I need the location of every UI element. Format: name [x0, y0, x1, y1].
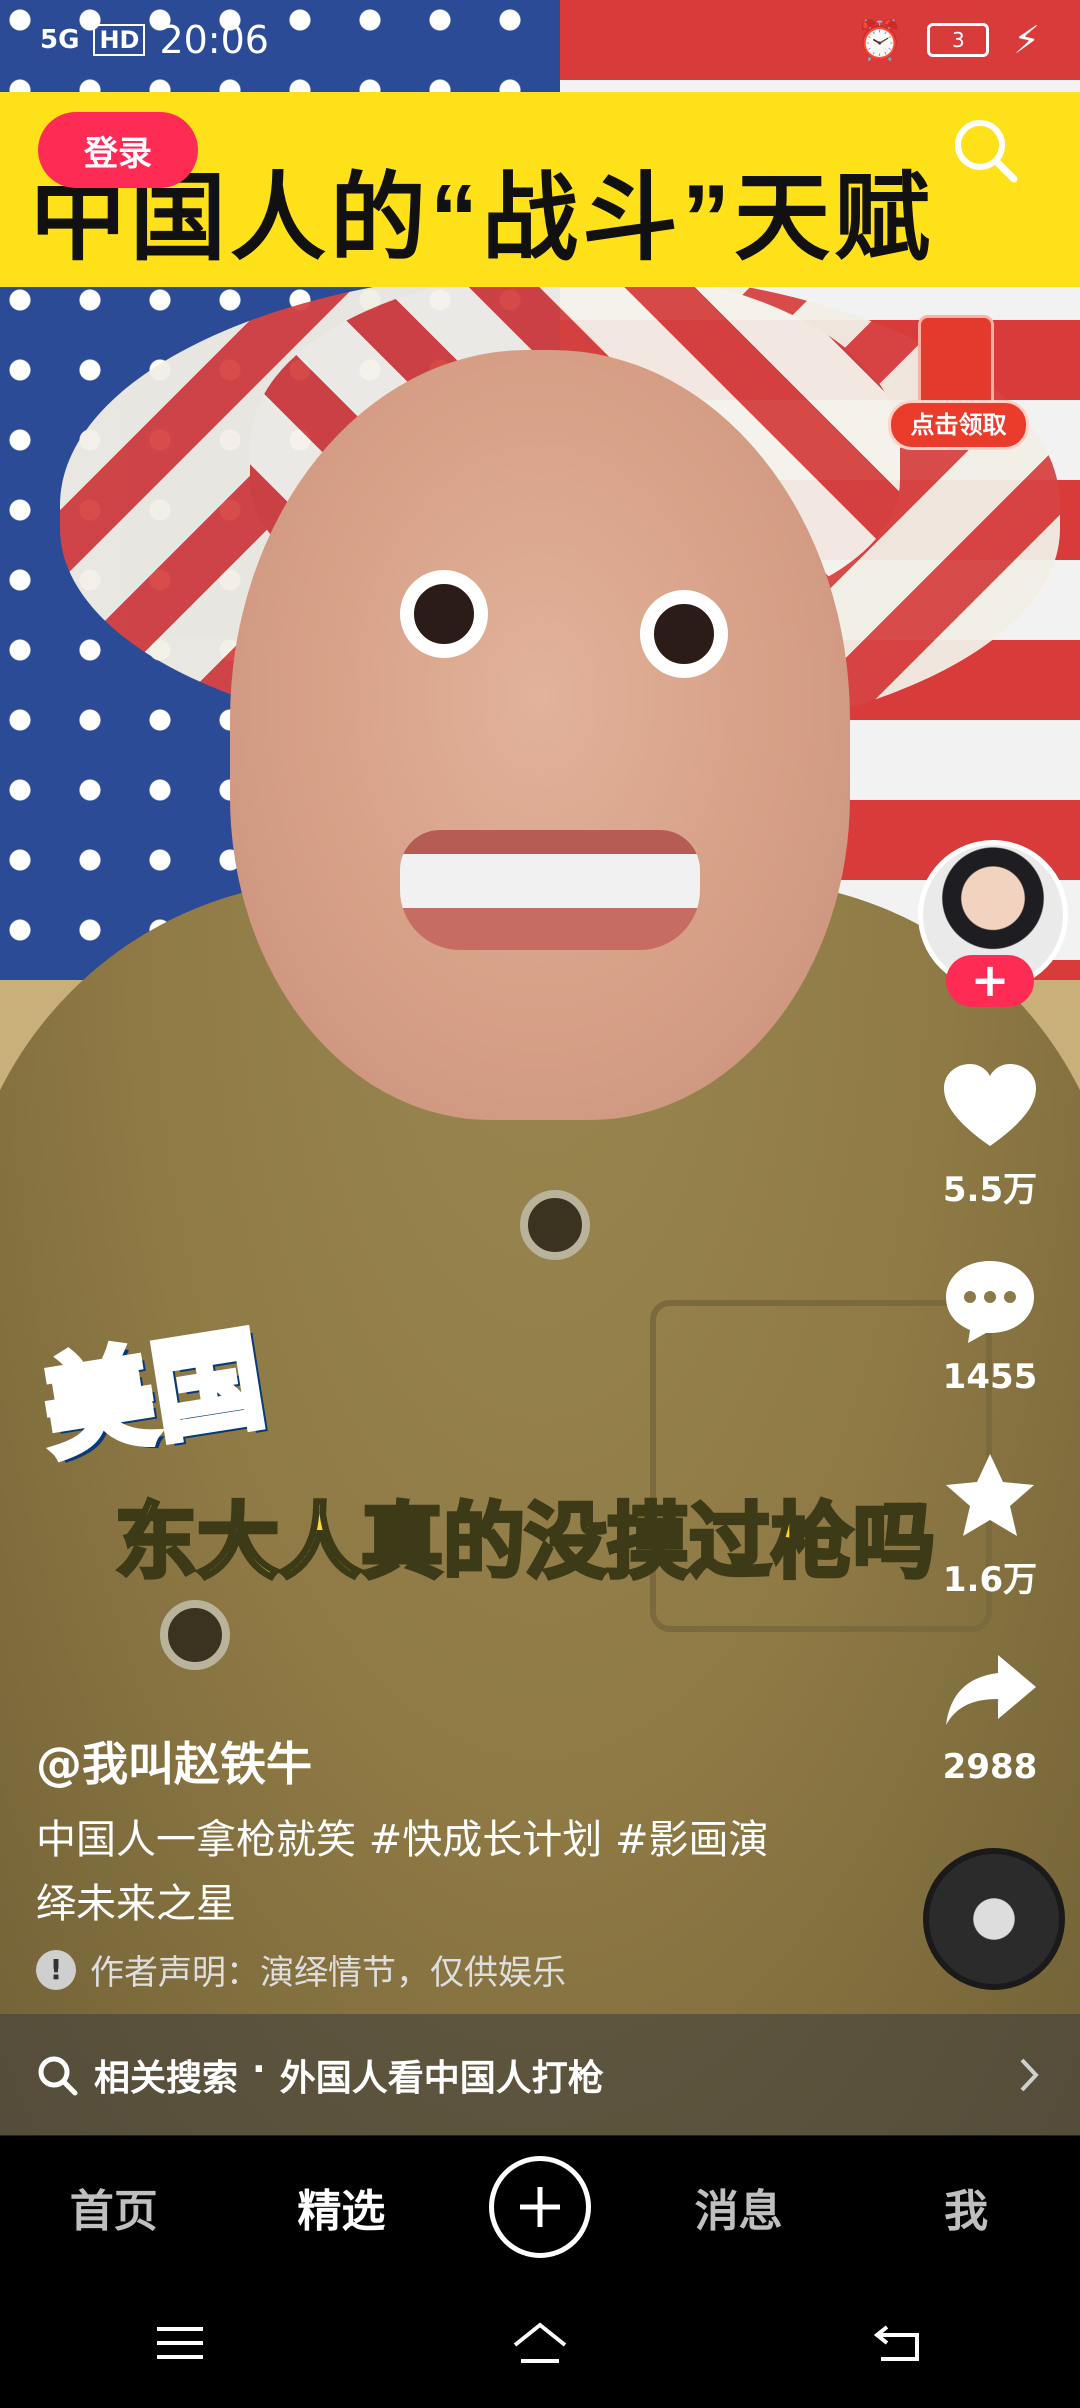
bottom-tab-bar: 首页 精选 消息 我	[0, 2136, 1080, 2278]
comment-icon	[946, 1261, 1034, 1343]
login-button[interactable]: 登录	[38, 112, 198, 188]
status-bar: 5G HD 20:06 ⏰ 3 ⚡	[0, 0, 1080, 80]
share-count: 2988	[942, 1747, 1038, 1787]
related-search-separator: ·	[252, 2049, 266, 2090]
related-search-bar[interactable]: 相关搜索 · 外国人看中国人打枪	[0, 2014, 1080, 2136]
tab-home[interactable]: 首页	[34, 2175, 194, 2239]
like-count: 5.5万	[942, 1170, 1038, 1210]
music-disc-icon[interactable]	[923, 1848, 1065, 1990]
charging-icon: ⚡	[1013, 18, 1040, 62]
favorite-count: 1.6万	[942, 1560, 1038, 1600]
tab-messages[interactable]: 消息	[659, 2175, 819, 2239]
tab-featured[interactable]: 精选	[261, 2175, 421, 2239]
home-icon[interactable]	[505, 2313, 575, 2373]
red-packet-label: 点击领取	[888, 400, 1029, 450]
clock: 20:06	[159, 18, 269, 62]
share-icon	[946, 1655, 1036, 1725]
jacket-button	[160, 1600, 230, 1670]
follow-button[interactable]: +	[946, 955, 1034, 1007]
star-icon	[946, 1454, 1034, 1536]
author-notice-text: 作者声明：演绎情节，仅供娱乐	[90, 1953, 566, 1993]
comment-count: 1455	[942, 1357, 1038, 1397]
favorite-action[interactable]: 1.6万	[930, 1450, 1050, 1601]
search-icon	[38, 2056, 78, 2096]
tab-me[interactable]: 我	[886, 2175, 1046, 2239]
author-handle[interactable]: @我叫赵铁牛	[36, 1728, 312, 1794]
left-eye	[400, 570, 488, 658]
create-button[interactable]	[488, 2156, 591, 2258]
post-description[interactable]: 中国人一拿枪就笑 #快成长计划 #影画演绎未来之星	[36, 1808, 796, 1936]
jacket-button	[520, 1190, 590, 1260]
related-search-label: 相关搜索	[94, 2058, 239, 2099]
search-icon[interactable]	[950, 115, 1020, 185]
chevron-right-icon	[1020, 2058, 1039, 2092]
system-nav-bar	[0, 2278, 1080, 2408]
overlay-text-usa: 美国	[32, 1314, 275, 1476]
author-notice: ! 作者声明：演绎情节，仅供娱乐	[36, 1945, 566, 1994]
back-icon[interactable]	[865, 2313, 935, 2373]
right-eye	[640, 590, 728, 678]
menu-icon[interactable]	[145, 2313, 215, 2373]
comment-action[interactable]: 1455	[930, 1255, 1050, 1397]
red-packet-widget[interactable]: 点击领取	[880, 305, 1030, 455]
battery-indicator: 3	[927, 23, 990, 57]
face	[230, 350, 850, 1120]
like-action[interactable]: 5.5万	[930, 1060, 1050, 1211]
heart-icon	[944, 1064, 1036, 1146]
overlay-text-caption: 东大人真的没摸过枪吗	[113, 1495, 937, 1590]
related-search-query: 外国人看中国人打枪	[279, 2058, 604, 2099]
hd-indicator: HD	[93, 24, 146, 56]
red-packet-icon	[918, 315, 994, 411]
mouth	[400, 830, 700, 950]
exclamation-icon: !	[36, 1949, 76, 1990]
network-indicator: 5G	[40, 25, 80, 55]
share-action[interactable]: 2988	[930, 1645, 1050, 1787]
alarm-icon: ⏰	[855, 17, 904, 62]
